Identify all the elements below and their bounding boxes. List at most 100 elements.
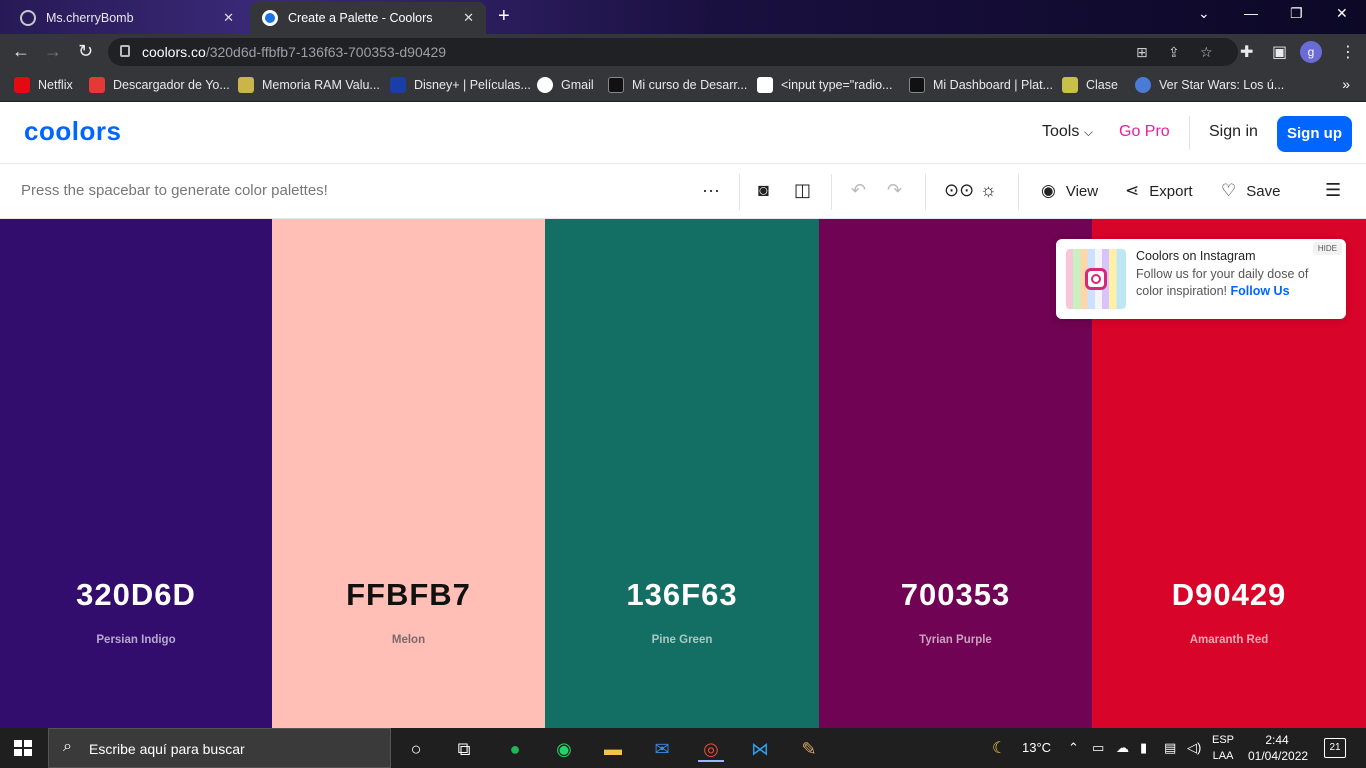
volume-icon[interactable]: ◁) (1187, 740, 1201, 756)
extensions-icon[interactable]: ✚ (1240, 42, 1253, 62)
swatch-hex[interactable]: D90429 (1092, 577, 1366, 613)
bookmark-netflix[interactable]: Netflix (14, 77, 73, 93)
url-text: coolors.co/320d6d-ffbfb7-136f63-700353-d… (142, 44, 447, 60)
meet-icon[interactable]: ▭ (1092, 740, 1104, 756)
bookmark-input-radio[interactable]: <input type="radio... (757, 77, 892, 93)
sun-icon[interactable]: ☼ (980, 180, 997, 201)
task-view-icon[interactable]: ⧉ (451, 736, 477, 762)
split-view-icon[interactable]: ◫ (794, 180, 811, 201)
view-button[interactable]: ◉ View (1041, 181, 1098, 201)
swatch-hex[interactable]: FFBFB7 (272, 577, 545, 613)
spacebar-hint: Press the spacebar to generate color pal… (21, 182, 328, 199)
whatsapp-icon[interactable]: ◉ (551, 736, 577, 762)
close-tab-icon[interactable]: ✕ (223, 10, 234, 26)
url-field[interactable]: coolors.co/320d6d-ffbfb7-136f63-700353-d… (108, 38, 1238, 66)
swatch-hex[interactable]: 700353 (819, 577, 1092, 613)
network-icon[interactable]: ▤ (1164, 740, 1176, 756)
swatch-persian-indigo[interactable]: 320D6D Persian Indigo (0, 219, 272, 728)
battery-icon[interactable]: ▮ (1140, 740, 1147, 756)
swatch-hex[interactable]: 136F63 (545, 577, 819, 613)
cortana-icon[interactable]: ○ (403, 736, 429, 762)
tab-search-icon[interactable]: ⌄ (1198, 5, 1210, 22)
tools-menu[interactable]: Tools ⌵ (1042, 123, 1093, 141)
notifications-icon[interactable]: 21 (1324, 738, 1346, 758)
sign-in-link[interactable]: Sign in (1209, 123, 1258, 141)
undo-icon[interactable]: ↶ (851, 180, 866, 201)
swatch-color-name[interactable]: Pine Green (545, 634, 819, 646)
close-window-icon[interactable]: ✕ (1336, 5, 1348, 22)
language-indicator[interactable]: ESP LAA (1212, 732, 1234, 764)
back-icon[interactable]: ← (12, 41, 30, 62)
address-bar-row: ← → ↻ coolors.co/320d6d-ffbfb7-136f63-70… (0, 34, 1366, 70)
file-explorer-icon[interactable]: ▬ (600, 736, 626, 762)
google-icon (537, 77, 553, 93)
paint-icon[interactable]: ✎ (796, 736, 822, 762)
taskbar-search-input[interactable]: ⌕ Escribe aquí para buscar (48, 728, 391, 768)
share-nodes-icon: ⋖ (1125, 181, 1140, 200)
redo-icon[interactable]: ↷ (887, 180, 902, 201)
glasses-icon[interactable]: ⊙⊙ (944, 180, 974, 201)
windows-start-icon[interactable] (14, 740, 32, 756)
swatch-color-name[interactable]: Tyrian Purple (819, 634, 1092, 646)
restore-icon[interactable]: ❐ (1290, 5, 1303, 22)
chrome-icon[interactable]: ◎ (698, 736, 724, 762)
profile-avatar[interactable]: g (1300, 41, 1322, 63)
hide-popup-button[interactable]: HIDE (1312, 242, 1342, 255)
more-bookmarks-icon[interactable]: » (1342, 76, 1350, 92)
side-panel-icon[interactable]: ▣ (1272, 42, 1287, 62)
reload-icon[interactable]: ↻ (78, 41, 93, 62)
swatch-melon[interactable]: FFBFB7 Melon (272, 219, 545, 728)
save-button[interactable]: ♡ Save (1221, 181, 1280, 201)
go-pro-link[interactable]: Go Pro (1119, 123, 1170, 141)
heart-icon: ♡ (1221, 181, 1237, 200)
weather-temperature[interactable]: 13°C (1022, 740, 1051, 755)
coolors-logo[interactable]: coolors (24, 116, 121, 147)
menu-kebab-icon[interactable]: ⋮ (1340, 42, 1356, 62)
swatch-color-name[interactable]: Melon (272, 634, 545, 646)
bookmark-star-wars[interactable]: Ver Star Wars: Los ú... (1135, 77, 1284, 93)
tab-coolors[interactable]: Create a Palette - Coolors ✕ (250, 2, 486, 34)
bookmark-clase[interactable]: Clase (1062, 77, 1118, 93)
instagram-popup: Coolors on Instagram Follow us for your … (1056, 239, 1346, 319)
clock[interactable]: 2:44 01/04/2022 (1248, 732, 1308, 764)
hamburger-menu-icon[interactable]: ☰ (1325, 180, 1341, 201)
mail-icon[interactable]: ✉ (649, 736, 675, 762)
more-options-icon[interactable]: ··· (702, 180, 720, 201)
bookmark-descargador[interactable]: Descargador de Yo... (89, 77, 230, 93)
spotify-icon[interactable]: ● (502, 736, 528, 762)
translate-icon[interactable]: ⊞ (1136, 44, 1148, 61)
share-icon[interactable]: ⇪ (1168, 44, 1180, 61)
swatch-color-name[interactable]: Amaranth Red (1092, 634, 1366, 646)
chevron-down-icon: ⌵ (1083, 125, 1093, 139)
follow-us-link[interactable]: Follow Us (1231, 284, 1290, 298)
close-tab-icon[interactable]: ✕ (463, 10, 474, 26)
bookmark-mi-curso[interactable]: Mi curso de Desarr... (608, 77, 747, 93)
bookmark-gmail[interactable]: Gmail (537, 77, 594, 93)
show-hidden-icons-icon[interactable]: ⌃ (1068, 740, 1079, 756)
sign-up-button[interactable]: Sign up (1277, 116, 1352, 152)
bookmarks-bar: Netflix Descargador de Yo... Memoria RAM… (0, 70, 1366, 102)
export-button[interactable]: ⋖ Export (1125, 181, 1193, 201)
tab-mscherrybomb[interactable]: Ms.cherryBomb ✕ (8, 2, 246, 34)
instagram-icon (1085, 268, 1107, 290)
minimize-icon[interactable]: — (1244, 5, 1258, 21)
moon-weather-icon[interactable]: ☾ (992, 738, 1006, 758)
cloud-icon[interactable]: ☁ (1116, 740, 1129, 756)
divider (831, 174, 832, 210)
forward-icon[interactable]: → (44, 41, 62, 62)
new-tab-button[interactable]: + (498, 6, 510, 26)
bookmark-disney[interactable]: Disney+ | Películas... (390, 77, 531, 93)
coolors-favicon-icon (262, 10, 278, 26)
swatch-tyrian-purple[interactable]: 700353 Tyrian Purple (819, 219, 1092, 728)
camera-icon[interactable]: ◙ (758, 180, 769, 201)
divider (925, 174, 926, 210)
bookmark-mi-dashboard[interactable]: Mi Dashboard | Plat... (909, 77, 1053, 93)
windows-taskbar: ⌕ Escribe aquí para buscar ○ ⧉ ● ◉ ▬ ✉ ◎… (0, 728, 1366, 768)
swatch-color-name[interactable]: Persian Indigo (0, 634, 272, 646)
bookmark-memoria-ram[interactable]: Memoria RAM Valu... (238, 77, 380, 93)
swatch-pine-green[interactable]: 136F63 Pine Green (545, 219, 819, 728)
swatch-hex[interactable]: 320D6D (0, 577, 272, 613)
bookmark-star-icon[interactable]: ☆ (1200, 44, 1213, 61)
lock-icon (120, 45, 130, 57)
vscode-icon[interactable]: ⋈ (747, 736, 773, 762)
